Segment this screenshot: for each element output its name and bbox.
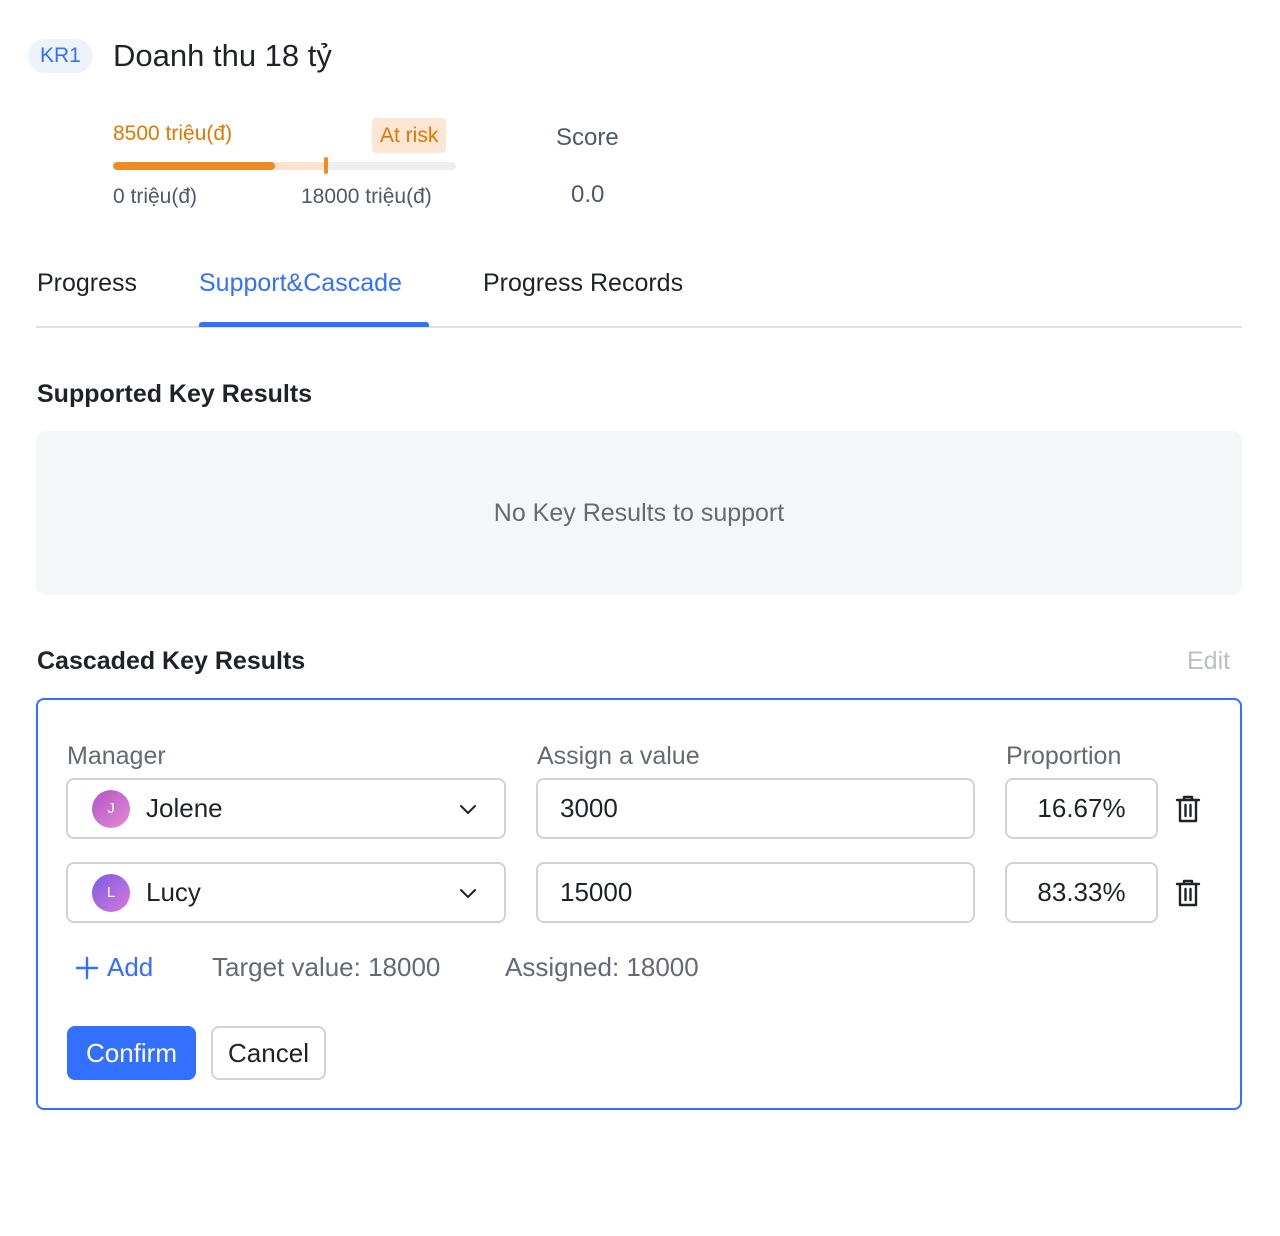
manager-name: Lucy [146,877,201,907]
kr-badge: KR1 [28,39,93,73]
add-button[interactable]: Add [75,952,153,983]
supported-empty-state: No Key Results to support [36,431,1242,595]
progress-max: 18000 triệu(đ) [301,185,432,208]
tab-progress-records[interactable]: Progress Records [483,269,683,298]
avatar: J [92,789,130,828]
status-badge: At risk [372,118,447,153]
manager-select[interactable]: L Lucy [66,862,506,923]
empty-state-text: No Key Results to support [493,498,785,527]
add-label: Add [107,952,154,982]
assign-value-input[interactable]: 15000 [536,862,975,923]
cancel-button[interactable]: Cancel [211,1026,326,1080]
manager-name: Jolene [146,793,223,823]
manager-select[interactable]: J Jolene [66,778,506,839]
assign-value-input[interactable]: 3000 [536,778,975,839]
assigned-value-text: Assigned: 18000 [505,952,699,982]
progress-bar [113,162,456,170]
score-label: Score [556,124,619,151]
assign-value-text: 15000 [560,877,633,907]
plus-icon [75,956,99,979]
proportion-column-header: Proportion [1006,742,1122,770]
proportion-text: 83.33% [1037,877,1126,907]
assign-value-column-header: Assign a value [537,742,700,770]
avatar: L [92,873,130,912]
tab-support-cascade[interactable]: Support&Cascade [199,269,402,298]
trash-icon[interactable] [1175,879,1201,907]
score-value: 0.0 [571,181,605,208]
edit-button[interactable]: Edit [1187,647,1230,676]
assign-value-text: 3000 [560,793,618,823]
manager-column-header: Manager [67,742,166,770]
target-value-text: Target value: 18000 [212,952,441,982]
key-result-title: Doanh thu 18 tỷ [113,38,332,73]
proportion-text: 16.67% [1037,793,1126,823]
proportion-input[interactable]: 16.67% [1005,778,1158,839]
progress-marker [323,157,328,174]
active-tab-indicator [199,322,429,327]
confirm-button[interactable]: Confirm [67,1026,196,1080]
chevron-down-icon [460,805,476,814]
chevron-down-icon [460,889,476,898]
trash-icon[interactable] [1175,795,1201,823]
progress-min: 0 triệu(đ) [113,185,198,208]
progress-fill [113,162,275,170]
cascaded-key-results-title: Cascaded Key Results [37,647,306,675]
tab-progress[interactable]: Progress [37,269,137,298]
supported-key-results-title: Supported Key Results [37,380,313,408]
current-value: 8500 triệu(đ) [113,122,233,145]
proportion-input[interactable]: 83.33% [1005,862,1158,923]
